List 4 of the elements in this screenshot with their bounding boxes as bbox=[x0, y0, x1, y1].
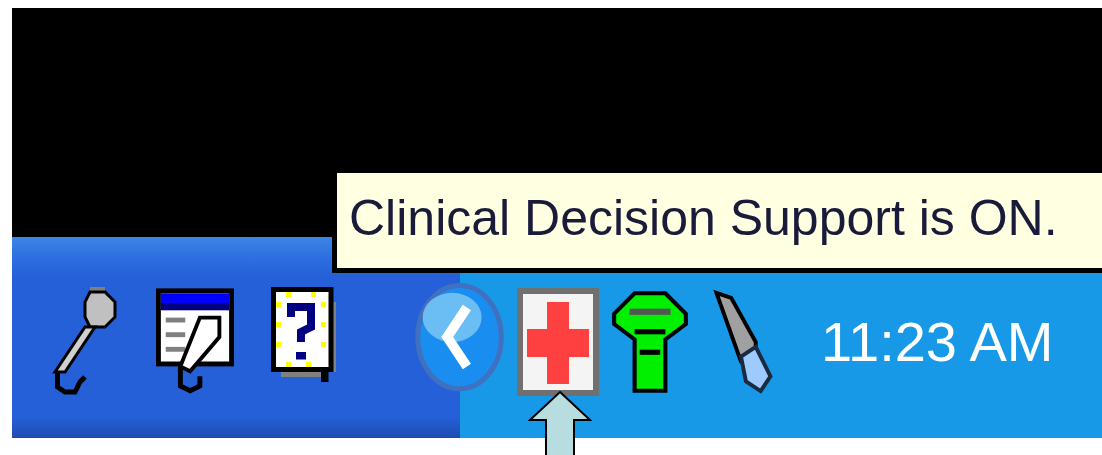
medical-cross-icon[interactable] bbox=[517, 287, 599, 396]
arrow-icon bbox=[528, 390, 592, 455]
clock[interactable]: 11:23 AM bbox=[821, 309, 1054, 374]
microphone-icon[interactable] bbox=[50, 286, 120, 397]
